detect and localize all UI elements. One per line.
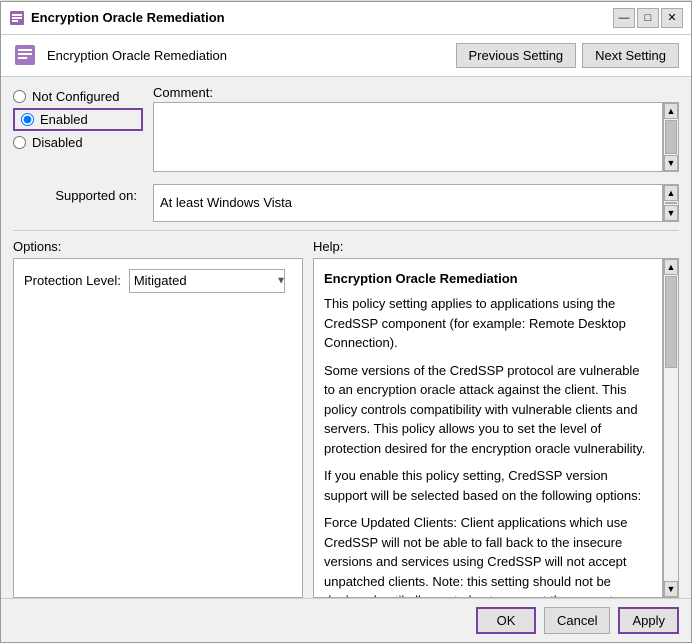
title-bar: Encryption Oracle Remediation — □ ✕ — [1, 2, 691, 35]
header-policy-icon — [13, 43, 37, 67]
supported-scroll-up[interactable]: ▲ — [664, 185, 678, 201]
help-scrollbar: ▲ ▼ — [663, 258, 679, 598]
not-configured-radio[interactable] — [13, 90, 26, 103]
help-title: Encryption Oracle Remediation — [324, 269, 652, 289]
supported-value-box: At least Windows Vista — [153, 184, 663, 222]
help-section-label: Help: — [313, 239, 679, 254]
supported-scrollbar: ▲ ▼ — [663, 184, 679, 222]
comment-section: Comment: ▲ ▼ — [153, 85, 679, 172]
comment-label: Comment: — [153, 85, 679, 100]
disabled-label: Disabled — [32, 135, 83, 150]
title-bar-icon — [9, 10, 25, 26]
comment-scroll-thumb[interactable] — [665, 120, 677, 154]
comment-scrollbar: ▲ ▼ — [663, 102, 679, 172]
enabled-label: Enabled — [40, 112, 88, 127]
options-help-labels: Options: Help: — [1, 235, 691, 258]
help-para-3: If you enable this policy setting, CredS… — [324, 466, 652, 505]
help-para-1: This policy setting applies to applicati… — [324, 294, 652, 353]
top-section: Not Configured Enabled Disabled Comment:… — [1, 77, 691, 180]
protection-level-label: Protection Level: — [24, 273, 121, 288]
header-title: Encryption Oracle Remediation — [47, 48, 446, 63]
supported-label: Supported on: — [13, 184, 143, 203]
title-bar-text: Encryption Oracle Remediation — [31, 10, 607, 25]
close-button[interactable]: ✕ — [661, 8, 683, 28]
help-panel: Encryption Oracle Remediation This polic… — [313, 258, 663, 598]
maximize-button[interactable]: □ — [637, 8, 659, 28]
protection-level-row: Protection Level: Force Updated Clients … — [24, 269, 292, 293]
apply-button[interactable]: Apply — [618, 607, 679, 634]
radio-group: Not Configured Enabled Disabled — [13, 85, 143, 172]
help-scroll-up[interactable]: ▲ — [664, 259, 678, 275]
options-help-row: Protection Level: Force Updated Clients … — [1, 258, 691, 598]
help-para-2: Some versions of the CredSSP protocol ar… — [324, 361, 652, 459]
enabled-option-box[interactable]: Enabled — [13, 108, 143, 131]
footer: OK Cancel Apply — [1, 598, 691, 642]
help-panel-container: Encryption Oracle Remediation This polic… — [313, 258, 679, 598]
options-panel: Protection Level: Force Updated Clients … — [13, 258, 303, 598]
options-section-label: Options: — [13, 239, 313, 254]
protection-level-select[interactable]: Force Updated Clients Mitigated Vulnerab… — [129, 269, 285, 293]
help-scroll-track — [664, 369, 678, 580]
minimize-button[interactable]: — — [613, 8, 635, 28]
divider — [13, 230, 679, 231]
comment-scroll-up[interactable]: ▲ — [664, 103, 678, 119]
policy-icon — [13, 43, 37, 67]
help-para-4: Force Updated Clients: Client applicatio… — [324, 513, 652, 598]
disabled-option[interactable]: Disabled — [13, 135, 143, 150]
window-icon — [9, 10, 25, 26]
protection-level-select-wrapper: Force Updated Clients Mitigated Vulnerab… — [129, 269, 292, 293]
enabled-radio[interactable] — [21, 113, 34, 126]
supported-scroll-thumb[interactable] — [665, 202, 677, 204]
title-bar-controls: — □ ✕ — [613, 8, 683, 28]
header-row: Encryption Oracle Remediation Previous S… — [1, 35, 691, 77]
supported-scroll-down[interactable]: ▼ — [664, 205, 678, 221]
disabled-radio[interactable] — [13, 136, 26, 149]
header-buttons: Previous Setting Next Setting — [456, 43, 680, 68]
cancel-button[interactable]: Cancel — [544, 607, 610, 634]
comment-scroll-down[interactable]: ▼ — [664, 155, 678, 171]
main-window: Encryption Oracle Remediation — □ ✕ Encr… — [0, 1, 692, 643]
next-setting-button[interactable]: Next Setting — [582, 43, 679, 68]
comment-textarea[interactable] — [153, 102, 663, 172]
previous-setting-button[interactable]: Previous Setting — [456, 43, 577, 68]
ok-button[interactable]: OK — [476, 607, 536, 634]
not-configured-option[interactable]: Not Configured — [13, 89, 143, 104]
help-scroll-down[interactable]: ▼ — [664, 581, 678, 597]
supported-value: At least Windows Vista — [160, 195, 292, 210]
not-configured-label: Not Configured — [32, 89, 119, 104]
supported-row: Supported on: At least Windows Vista ▲ ▼ — [1, 180, 691, 226]
help-scroll-thumb[interactable] — [665, 276, 677, 369]
